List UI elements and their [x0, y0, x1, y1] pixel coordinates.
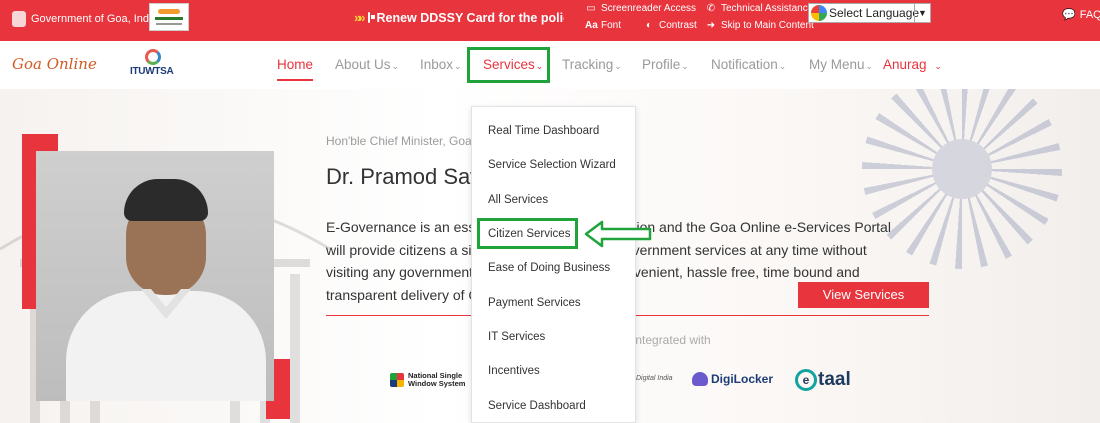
chevron-down-icon: ⌄: [614, 61, 622, 71]
user-name: Anurag: [883, 57, 927, 72]
green-arrow-icon: [584, 220, 652, 248]
chevron-down-icon: ⌄: [778, 61, 787, 71]
id-card-icon: [368, 12, 376, 23]
itu-wtsa-logo: ITUWTSA: [130, 49, 182, 83]
double-arrow-icon: »»: [354, 10, 366, 25]
nav-home[interactable]: Home: [277, 57, 314, 81]
nav-my-menu[interactable]: My Menu⌄: [809, 57, 873, 72]
chat-icon: 💬: [1062, 9, 1076, 21]
phone-icon: ✆: [706, 3, 716, 14]
digilocker-logo[interactable]: DigiLocker: [692, 372, 773, 386]
services-highlight-box: [467, 47, 550, 83]
nav-tracking[interactable]: Tracking⌄: [562, 57, 622, 72]
language-select-label: Select Language: [829, 6, 920, 20]
chevron-down-icon: ⌄: [454, 61, 462, 71]
menu-item-all-services[interactable]: All Services: [488, 194, 548, 206]
chevron-down-icon: ⌄: [865, 61, 874, 71]
font-icon: Aa: [585, 20, 598, 31]
goa-online-logo[interactable]: Goa Online: [12, 55, 97, 73]
view-services-button[interactable]: View Services: [798, 282, 929, 308]
user-menu[interactable]: Anurag ⌄: [883, 57, 942, 72]
font-size-link[interactable]: Aa Font: [585, 20, 621, 31]
chevron-down-icon: ⌄: [391, 61, 400, 71]
chevron-down-icon: ▼: [914, 4, 930, 22]
ashoka-chakra-graphic: [862, 89, 1062, 269]
screenreader-link[interactable]: ▭ Screenreader Access: [585, 3, 696, 14]
nav-profile[interactable]: Profile⌄: [642, 57, 689, 72]
google-icon: [811, 5, 827, 21]
top-bar: Government of Goa, India »» Renew DDSSY …: [0, 0, 1100, 41]
technical-assistance-link[interactable]: ✆ Technical Assistance: [705, 3, 813, 14]
g20-logo: [149, 3, 189, 31]
main-navbar: Goa Online ITUWTSA Home About Us⌄ Inbox⌄…: [0, 41, 1100, 89]
nav-notification[interactable]: Notification⌄: [711, 57, 786, 72]
menu-item-service-dashboard[interactable]: Service Dashboard: [488, 400, 586, 412]
faq-link[interactable]: 💬 FAQ: [1062, 8, 1100, 22]
government-label[interactable]: Government of Goa, India: [12, 11, 158, 27]
citizen-services-highlight-box: [477, 218, 578, 249]
chevron-down-icon: ⌄: [934, 61, 942, 71]
contrast-icon: ◐: [645, 20, 653, 31]
emblem-icon: [12, 11, 26, 27]
contrast-link[interactable]: ◐ Contrast: [643, 20, 697, 31]
menu-item-service-selection-wizard[interactable]: Service Selection Wizard: [488, 159, 616, 171]
cm-title: Hon'ble Chief Minister, Goa: [326, 134, 472, 148]
menu-item-it-services[interactable]: IT Services: [488, 331, 545, 343]
language-select[interactable]: Select Language ▼: [808, 3, 931, 23]
cloud-icon: [692, 372, 708, 386]
integrated-with-label: Integrated with: [632, 333, 711, 347]
news-ticker[interactable]: »» Renew DDSSY Card for the policy: [354, 10, 564, 25]
decorative-frame: [22, 134, 58, 152]
menu-item-incentives[interactable]: Incentives: [488, 365, 540, 377]
chief-minister-photo: [36, 151, 274, 401]
arrow-right-icon: ➜: [706, 20, 716, 31]
menu-item-ease-of-doing-business[interactable]: Ease of Doing Business: [488, 262, 610, 274]
chevron-down-icon: ⌄: [681, 61, 689, 71]
nsws-logo[interactable]: National Single Window System: [390, 372, 465, 388]
services-dropdown-menu: Real Time Dashboard Service Selection Wi…: [471, 106, 636, 423]
digital-india-logo[interactable]: Digital India: [636, 375, 673, 382]
nsws-mark-icon: [390, 373, 404, 387]
monitor-icon: ▭: [586, 3, 596, 14]
government-text: Government of Goa, India: [31, 13, 158, 25]
menu-item-payment-services[interactable]: Payment Services: [488, 297, 581, 309]
menu-item-real-time-dashboard[interactable]: Real Time Dashboard: [488, 125, 599, 137]
skip-to-content-link[interactable]: ➜ Skip to Main Content: [705, 20, 814, 31]
nav-inbox[interactable]: Inbox⌄: [420, 57, 462, 72]
nav-about-us[interactable]: About Us⌄: [335, 57, 399, 72]
etaal-mark-icon: e: [795, 369, 817, 391]
ticker-text: Renew DDSSY Card for the policy: [376, 10, 564, 25]
etaal-logo[interactable]: e taal: [795, 369, 851, 391]
